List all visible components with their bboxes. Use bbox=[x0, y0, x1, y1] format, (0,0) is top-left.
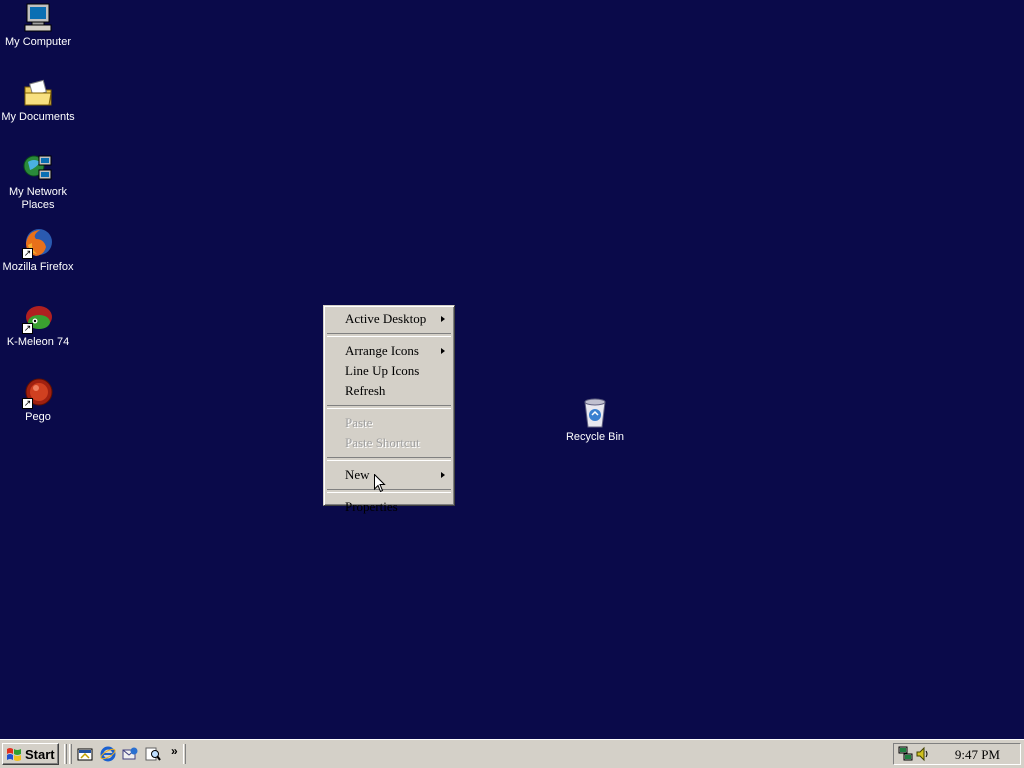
search-icon[interactable] bbox=[145, 746, 161, 762]
menu-item-label: Line Up Icons bbox=[345, 363, 420, 378]
desktop-icon-my-network-places[interactable]: My Network Places bbox=[0, 152, 76, 212]
menu-separator bbox=[327, 489, 451, 493]
menu-item-arrange-icons[interactable]: Arrange Icons bbox=[326, 341, 452, 361]
toolbar-grip[interactable] bbox=[183, 744, 186, 764]
submenu-arrow-icon bbox=[441, 472, 445, 478]
desktop-icon-label: Pego bbox=[25, 411, 51, 423]
my-documents-icon bbox=[22, 77, 54, 109]
recycle-bin-icon bbox=[579, 397, 611, 429]
menu-item-label: Paste bbox=[345, 415, 373, 430]
desktop[interactable]: My Computer My Documents My Network Plac… bbox=[0, 0, 1024, 739]
desktop-context-menu: Active Desktop Arrange Icons Line Up Ico… bbox=[323, 305, 455, 514]
menu-separator bbox=[327, 405, 451, 409]
menu-item-line-up-icons[interactable]: Line Up Icons bbox=[326, 361, 452, 381]
outlook-express-icon[interactable] bbox=[122, 746, 138, 762]
desktop-icon-pego[interactable]: ↗ Pego bbox=[0, 377, 76, 424]
pego-icon: ↗ bbox=[22, 377, 54, 409]
toolbar-grip[interactable] bbox=[69, 744, 72, 764]
taskbar-clock[interactable]: 9:47 PM bbox=[955, 747, 1000, 763]
start-label: Start bbox=[25, 746, 55, 762]
desktop-icon-my-computer[interactable]: My Computer bbox=[0, 2, 76, 49]
network-icon[interactable] bbox=[898, 746, 914, 762]
menu-item-label: Properties bbox=[345, 499, 398, 514]
my-network-places-icon bbox=[22, 152, 54, 184]
shortcut-arrow-icon: ↗ bbox=[22, 398, 33, 409]
start-button[interactable]: Start bbox=[2, 743, 59, 765]
mouse-cursor-icon bbox=[374, 474, 386, 493]
menu-item-properties[interactable]: Properties bbox=[326, 497, 452, 517]
menu-item-label: Refresh bbox=[345, 383, 386, 398]
desktop-icon-my-documents[interactable]: My Documents bbox=[0, 77, 76, 124]
shortcut-arrow-icon: ↗ bbox=[22, 323, 33, 334]
shortcut-arrow-icon: ↗ bbox=[22, 248, 33, 259]
desktop-icon-label: My Network Places bbox=[8, 186, 68, 211]
my-computer-icon bbox=[22, 2, 54, 34]
quick-launch-more-button[interactable]: » bbox=[171, 744, 178, 758]
taskbar: Start » 9:47 PM bbox=[0, 739, 1024, 768]
menu-item-label: Active Desktop bbox=[345, 311, 427, 326]
menu-item-paste[interactable]: Paste bbox=[326, 413, 452, 433]
menu-item-refresh[interactable]: Refresh bbox=[326, 381, 452, 401]
desktop-icon-label: My Computer bbox=[4, 36, 72, 48]
toolbar-grip[interactable] bbox=[64, 744, 67, 764]
volume-icon[interactable] bbox=[915, 746, 931, 762]
menu-item-paste-shortcut[interactable]: Paste Shortcut bbox=[326, 433, 452, 453]
windows-logo-icon bbox=[7, 748, 21, 761]
menu-separator bbox=[327, 333, 451, 337]
desktop-icon-label: Recycle Bin bbox=[565, 431, 625, 443]
show-desktop-icon[interactable] bbox=[77, 746, 93, 762]
desktop-icon-label: Mozilla Firefox bbox=[2, 261, 74, 273]
menu-item-new[interactable]: New bbox=[326, 465, 452, 485]
menu-item-label: Arrange Icons bbox=[345, 343, 419, 358]
k-meleon-icon: ↗ bbox=[22, 302, 54, 334]
menu-item-active-desktop[interactable]: Active Desktop bbox=[326, 309, 452, 329]
menu-item-label: New bbox=[345, 467, 370, 482]
desktop-icon-label: K-Meleon 74 bbox=[6, 336, 70, 348]
desktop-icon-k-meleon[interactable]: ↗ K-Meleon 74 bbox=[0, 302, 76, 349]
internet-explorer-icon[interactable] bbox=[100, 746, 116, 762]
submenu-arrow-icon bbox=[441, 316, 445, 322]
menu-item-label: Paste Shortcut bbox=[345, 435, 420, 450]
firefox-icon: ↗ bbox=[22, 227, 54, 259]
desktop-icon-label: My Documents bbox=[1, 111, 75, 123]
submenu-arrow-icon bbox=[441, 348, 445, 354]
desktop-icon-recycle-bin[interactable]: Recycle Bin bbox=[557, 397, 633, 444]
desktop-icon-mozilla-firefox[interactable]: ↗ Mozilla Firefox bbox=[0, 227, 76, 274]
menu-separator bbox=[327, 457, 451, 461]
system-tray: 9:47 PM bbox=[893, 743, 1021, 765]
